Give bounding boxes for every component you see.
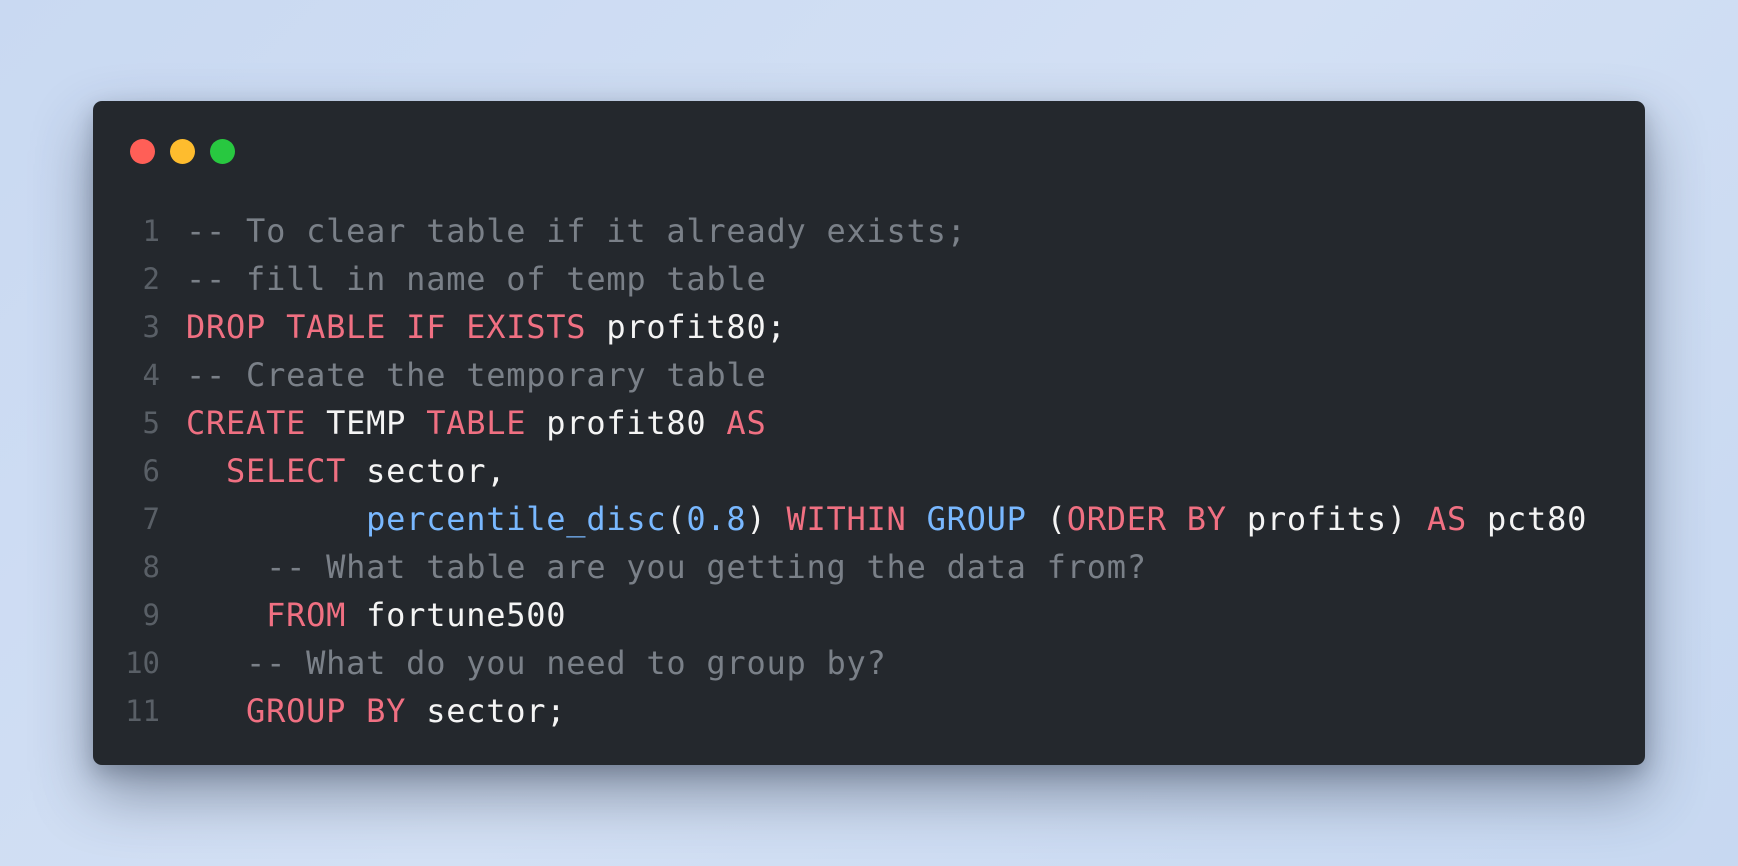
code-token-keyword: TABLE <box>286 308 387 346</box>
code-token-keyword: GROUP <box>246 692 347 730</box>
code-token-comment: -- To clear table if it already exists; <box>186 212 967 250</box>
code-token-func: GROUP <box>926 500 1027 538</box>
code-line: 11 GROUP BY sector; <box>93 687 1645 735</box>
code-window: 1 -- To clear table if it already exists;… <box>93 101 1645 765</box>
code-token-number: 0.8 <box>686 500 747 538</box>
code-text: -- fill in name of temp table <box>186 255 766 303</box>
code-token-plain: TEMP <box>306 404 427 442</box>
code-token-keyword: FROM <box>266 596 347 634</box>
line-number: 11 <box>125 694 160 728</box>
code-text: percentile_disc(0.8) WITHIN GROUP (ORDER… <box>186 495 1587 543</box>
code-token-keyword: BY <box>1186 500 1227 538</box>
code-line: 7 percentile_disc(0.8) WITHIN GROUP (ORD… <box>93 495 1645 543</box>
code-token-comment: -- Create the temporary table <box>186 356 767 394</box>
code-line: 8 -- What table are you getting the data… <box>93 543 1645 591</box>
code-token-plain: pct80 <box>1467 500 1588 538</box>
minimize-dot-icon[interactable] <box>170 139 195 164</box>
line-number: 3 <box>142 310 160 344</box>
code-token-plain: ) <box>746 500 787 538</box>
code-line: 3 DROP TABLE IF EXISTS profit80; <box>93 303 1645 351</box>
code-token-plain: sector, <box>346 452 507 490</box>
code-token-keyword: DROP <box>186 308 267 346</box>
window-controls <box>130 139 235 164</box>
line-number: 5 <box>142 406 160 440</box>
line-number: 10 <box>125 646 160 680</box>
code-line: 9 FROM fortune500 <box>93 591 1645 639</box>
code-token-keyword: IF <box>406 308 447 346</box>
line-number: 7 <box>142 502 160 536</box>
code-token-keyword: EXISTS <box>466 308 587 346</box>
code-line: 10 -- What do you need to group by? <box>93 639 1645 687</box>
code-line: 5 CREATE TEMP TABLE profit80 AS <box>93 399 1645 447</box>
code-line: 2 -- fill in name of temp table <box>93 255 1645 303</box>
code-token-comment: -- What do you need to group by? <box>246 644 887 682</box>
line-number: 4 <box>142 358 160 392</box>
code-text: -- What table are you getting the data f… <box>186 543 1147 591</box>
code-text: GROUP BY sector; <box>186 687 566 735</box>
code-token-plain: profit80; <box>586 308 787 346</box>
code-line: 6 SELECT sector, <box>93 447 1645 495</box>
close-dot-icon[interactable] <box>130 139 155 164</box>
code-token-keyword: AS <box>726 404 767 442</box>
line-number: 6 <box>142 454 160 488</box>
code-text: -- Create the temporary table <box>186 351 766 399</box>
code-token-plain: profit80 <box>526 404 727 442</box>
code-text: SELECT sector, <box>186 447 506 495</box>
code-token-plain: sector; <box>406 692 567 730</box>
line-number: 9 <box>142 598 160 632</box>
code-token-keyword: AS <box>1426 500 1467 538</box>
code-editor[interactable]: 1 -- To clear table if it already exists;… <box>93 207 1645 735</box>
code-token-keyword: TABLE <box>426 404 527 442</box>
code-token-func: percentile_disc <box>366 500 667 538</box>
code-text: FROM fortune500 <box>186 591 566 639</box>
code-token-keyword: CREATE <box>186 404 307 442</box>
code-token-plain: ( <box>1026 500 1067 538</box>
code-text: -- To clear table if it already exists; <box>186 207 967 255</box>
code-text: -- What do you need to group by? <box>186 639 887 687</box>
code-line: 1 -- To clear table if it already exists; <box>93 207 1645 255</box>
maximize-dot-icon[interactable] <box>210 139 235 164</box>
line-number: 8 <box>142 550 160 584</box>
code-text: CREATE TEMP TABLE profit80 AS <box>186 399 766 447</box>
code-token-comment: -- fill in name of temp table <box>186 260 767 298</box>
code-token-plain: ( <box>666 500 687 538</box>
code-token-keyword: ORDER <box>1066 500 1167 538</box>
line-number: 2 <box>142 262 160 296</box>
code-token-keyword: WITHIN <box>786 500 907 538</box>
line-number: 1 <box>142 214 160 248</box>
code-token-comment: -- What table are you getting the data f… <box>266 548 1147 586</box>
code-text: DROP TABLE IF EXISTS profit80; <box>186 303 786 351</box>
code-line: 4 -- Create the temporary table <box>93 351 1645 399</box>
code-token-plain: profits) <box>1226 500 1427 538</box>
code-token-plain: fortune500 <box>346 596 567 634</box>
code-token-keyword: BY <box>366 692 407 730</box>
code-token-keyword: SELECT <box>226 452 347 490</box>
